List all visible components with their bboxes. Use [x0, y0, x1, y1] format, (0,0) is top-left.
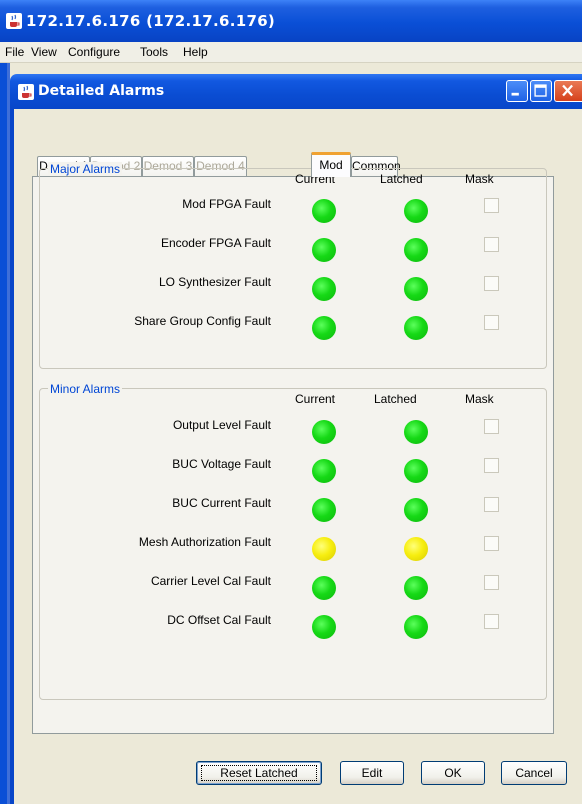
latched-status-led — [404, 537, 428, 561]
minor-alarms-title: Minor Alarms — [48, 382, 123, 396]
alarm-label: Output Level Fault — [172, 418, 271, 432]
maximize-icon — [534, 84, 547, 97]
current-status-led — [312, 238, 336, 262]
latched-status-led — [404, 615, 428, 639]
latched-status-led — [404, 459, 428, 483]
minor-mask-header: Mask — [465, 392, 494, 406]
major-mask-header: Mask — [465, 172, 494, 186]
mask-checkbox[interactable] — [484, 315, 499, 330]
alarm-label: LO Synthesizer Fault — [158, 275, 271, 289]
close-button[interactable] — [554, 80, 582, 102]
current-status-led — [312, 277, 336, 301]
mask-checkbox[interactable] — [484, 497, 499, 512]
window-titlebar[interactable]: 172.17.6.176 (172.17.6.176) — [0, 0, 582, 42]
mask-checkbox[interactable] — [484, 614, 499, 629]
major-latched-header: Latched — [380, 172, 423, 186]
current-status-led — [312, 420, 336, 444]
current-status-led — [312, 199, 336, 223]
window-title: 172.17.6.176 (172.17.6.176) — [26, 12, 276, 30]
alarm-label: Mesh Authorization Fault — [138, 535, 271, 549]
minor-alarms-group: Minor Alarms — [39, 382, 547, 700]
dialog-title: Detailed Alarms — [38, 83, 165, 99]
alarm-label: Share Group Config Fault — [134, 314, 271, 328]
menu-bar: File View Configure Tools Help — [0, 42, 582, 63]
menu-view[interactable]: View — [31, 45, 57, 59]
current-status-led — [312, 537, 336, 561]
ok-label: OK — [444, 766, 462, 780]
minimize-button[interactable] — [506, 80, 528, 102]
latched-status-led — [404, 420, 428, 444]
major-alarms-group: Major Alarms — [39, 162, 547, 369]
menu-tools[interactable]: Tools — [140, 45, 168, 59]
java-cup-icon — [18, 84, 34, 100]
latched-status-led — [404, 498, 428, 522]
mask-checkbox[interactable] — [484, 276, 499, 291]
minor-current-header: Current — [295, 392, 336, 406]
current-status-led — [312, 498, 336, 522]
cancel-label: Cancel — [515, 766, 553, 780]
alarm-label: Mod FPGA Fault — [182, 197, 271, 211]
current-status-led — [312, 316, 336, 340]
edit-button[interactable]: Edit — [340, 761, 404, 785]
major-alarms-title: Major Alarms — [48, 162, 123, 176]
focus-ring — [201, 765, 317, 781]
latched-status-led — [404, 277, 428, 301]
ok-button[interactable]: OK — [421, 761, 485, 785]
alarm-label: Carrier Level Cal Fault — [150, 574, 271, 588]
mask-checkbox[interactable] — [484, 198, 499, 213]
minor-latched-header: Latched — [374, 392, 417, 406]
close-icon — [562, 84, 573, 97]
java-cup-icon — [6, 13, 22, 29]
latched-status-led — [404, 238, 428, 262]
mask-checkbox[interactable] — [484, 237, 499, 252]
cancel-button[interactable]: Cancel — [501, 761, 567, 785]
alarm-label: Encoder FPGA Fault — [160, 236, 271, 250]
minimize-icon — [511, 92, 519, 96]
menu-file[interactable]: File — [5, 45, 24, 59]
latched-status-led — [404, 199, 428, 223]
mod-tab-panel: Major Alarms Current Latched Mask Mod FP… — [32, 162, 554, 734]
latched-status-led — [404, 576, 428, 600]
reset-latched-button[interactable]: Reset Latched — [196, 761, 322, 785]
dialog-titlebar[interactable]: Detailed Alarms — [10, 74, 582, 109]
alarm-label: BUC Current Fault — [172, 496, 271, 510]
alarm-label: BUC Voltage Fault — [172, 457, 271, 471]
edit-label: Edit — [361, 766, 383, 780]
mask-checkbox[interactable] — [484, 575, 499, 590]
menu-configure[interactable]: Configure — [68, 45, 120, 59]
current-status-led — [312, 615, 336, 639]
alarm-label: DC Offset Cal Fault — [167, 613, 271, 627]
tab-mod[interactable]: Mod — [311, 152, 351, 177]
menu-help[interactable]: Help — [183, 45, 208, 59]
mask-checkbox[interactable] — [484, 419, 499, 434]
current-status-led — [312, 459, 336, 483]
maximize-button[interactable] — [530, 80, 552, 102]
mask-checkbox[interactable] — [484, 536, 499, 551]
current-status-led — [312, 576, 336, 600]
latched-status-led — [404, 316, 428, 340]
window-frame-left — [0, 63, 10, 804]
mask-checkbox[interactable] — [484, 458, 499, 473]
desktop-gap — [10, 63, 582, 74]
